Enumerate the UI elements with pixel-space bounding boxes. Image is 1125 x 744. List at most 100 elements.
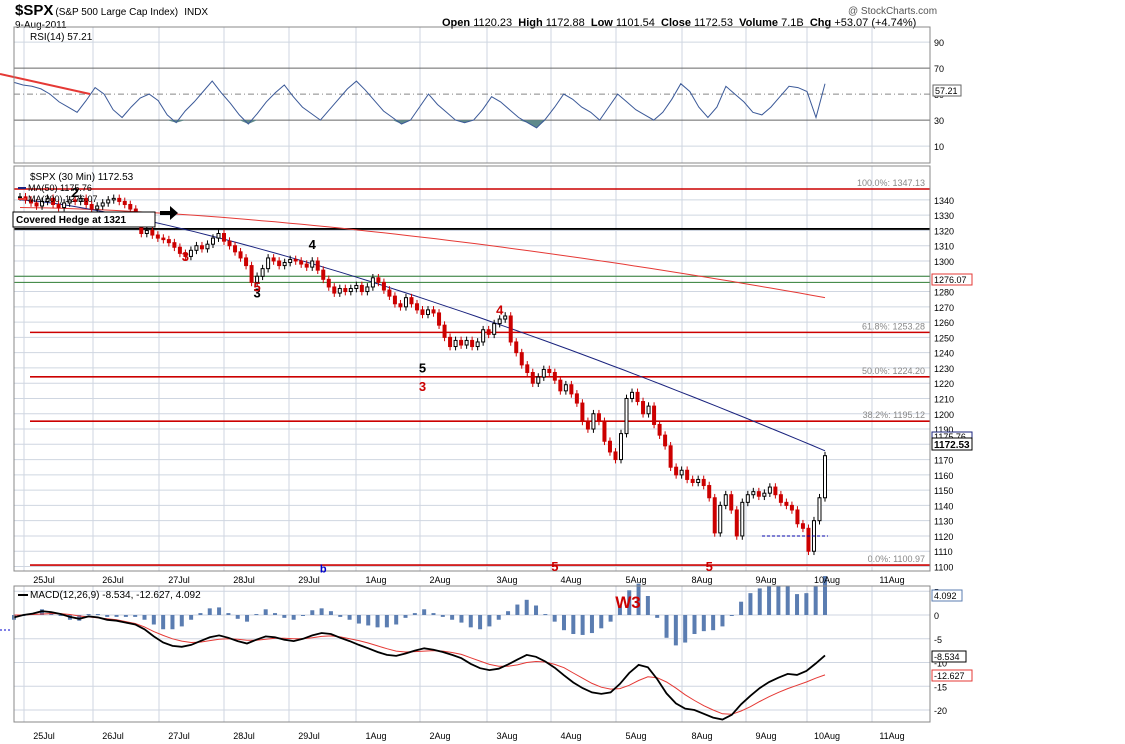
x-tick-label: 2Aug bbox=[429, 731, 450, 741]
price-tick-label: 1230 bbox=[934, 364, 954, 374]
candle-body bbox=[426, 309, 431, 315]
candle-body bbox=[823, 455, 827, 499]
macd-histogram-bar bbox=[534, 605, 539, 615]
candle-body bbox=[514, 341, 519, 354]
hist-badge: 4.092 bbox=[934, 591, 957, 601]
candle-body bbox=[459, 339, 464, 346]
price-tick-label: 1300 bbox=[934, 257, 954, 267]
macd-histogram-bar bbox=[356, 615, 361, 624]
wave-label: 5 bbox=[419, 361, 426, 376]
candle-body bbox=[613, 451, 618, 461]
price-tick-label: 1310 bbox=[934, 242, 954, 252]
macd-histogram-bar bbox=[543, 614, 548, 616]
candle-body bbox=[155, 234, 160, 239]
x-tick-label: 3Aug bbox=[496, 731, 517, 741]
candle-body bbox=[315, 260, 320, 271]
candle-body bbox=[663, 434, 668, 447]
x-tick-label: 26Jul bbox=[102, 731, 124, 741]
macd-histogram-bar bbox=[366, 615, 371, 626]
candle-body bbox=[332, 286, 337, 294]
candle-body bbox=[530, 372, 535, 384]
price-label: $SPX (30 Min) 1172.53 bbox=[30, 172, 134, 183]
candle-body bbox=[817, 497, 822, 522]
candle-body bbox=[304, 263, 309, 268]
price-tick-label: 1200 bbox=[934, 410, 954, 420]
candle-body bbox=[525, 364, 530, 374]
macd-histogram-bar bbox=[282, 615, 287, 618]
candle-body bbox=[492, 323, 497, 335]
macd-histogram-bar bbox=[589, 615, 594, 634]
candle-body bbox=[128, 203, 133, 210]
macd-histogram-bar bbox=[599, 615, 604, 629]
macd-histogram-bar bbox=[711, 615, 716, 631]
macd-histogram-bar bbox=[645, 596, 650, 615]
macd-histogram-bar bbox=[170, 615, 175, 630]
macd-histogram-bar bbox=[571, 615, 576, 634]
candle-body bbox=[668, 445, 673, 468]
x-tick-label: 26Jul bbox=[102, 575, 124, 585]
price-tick-label: 1280 bbox=[934, 288, 954, 298]
candle-body bbox=[199, 245, 204, 250]
candle-body bbox=[282, 262, 287, 267]
wave-label: 3 bbox=[419, 379, 426, 394]
rsi-tick-label: 10 bbox=[934, 142, 944, 152]
macd-histogram-bar bbox=[776, 585, 781, 615]
candle-body bbox=[773, 486, 778, 496]
candle-body bbox=[122, 200, 127, 205]
macd-histogram-bar bbox=[375, 615, 380, 628]
candle-body bbox=[723, 494, 728, 506]
candle-body bbox=[563, 384, 568, 392]
candle-body bbox=[89, 203, 94, 210]
candle-body bbox=[508, 315, 513, 343]
candle-body bbox=[117, 197, 122, 202]
candle-body bbox=[718, 504, 723, 534]
candle-body bbox=[365, 286, 370, 293]
macd-histogram-bar bbox=[198, 613, 203, 615]
candle-body bbox=[607, 440, 612, 453]
candle-body bbox=[580, 402, 585, 422]
x-tick-label: 9Aug bbox=[755, 731, 776, 741]
candle-body bbox=[166, 239, 171, 244]
candle-body bbox=[210, 237, 215, 245]
fib-label: 100.0%: 1347.13 bbox=[857, 178, 925, 188]
price-tick-label: 1150 bbox=[934, 486, 953, 496]
candle-body bbox=[18, 196, 22, 199]
price-tick-label: 1270 bbox=[934, 303, 954, 313]
candle-body bbox=[442, 324, 447, 338]
price-tick-label: 1260 bbox=[934, 318, 954, 328]
candle-body bbox=[376, 277, 381, 283]
close-badge: 1172.53 bbox=[934, 440, 970, 451]
price-tick-label: 1210 bbox=[934, 394, 954, 404]
candle-body bbox=[685, 469, 690, 480]
macd-tick-label: 0 bbox=[934, 611, 939, 621]
macd-histogram-bar bbox=[291, 615, 296, 620]
wave-label: 4 bbox=[496, 302, 504, 317]
candle-body bbox=[618, 433, 623, 461]
macd-histogram-bar bbox=[673, 615, 678, 646]
candle-body bbox=[387, 289, 392, 297]
candle-body bbox=[536, 376, 541, 384]
candle-body bbox=[343, 287, 348, 293]
candle-body bbox=[751, 491, 756, 496]
macd-histogram-bar bbox=[748, 593, 753, 615]
macd-histogram-bar bbox=[515, 604, 520, 615]
x-tick-label: 28Jul bbox=[233, 575, 255, 585]
macd-histogram-bar bbox=[655, 615, 660, 618]
candle-body bbox=[260, 268, 265, 277]
macd-histogram-bar bbox=[561, 615, 566, 631]
macd-label: MACD(12,26,9) -8.534, -12.627, 4.092 bbox=[30, 590, 201, 601]
candle-body bbox=[596, 413, 601, 422]
macd-histogram-bar bbox=[114, 615, 119, 617]
rsi-badge: 57.21 bbox=[935, 86, 958, 96]
macd-histogram-bar bbox=[683, 615, 688, 643]
macd-histogram-bar bbox=[263, 609, 268, 615]
macd-histogram-bar bbox=[384, 615, 389, 628]
rsi-tick-label: 90 bbox=[934, 38, 944, 48]
candle-body bbox=[227, 240, 232, 247]
macd-histogram-bar bbox=[142, 615, 147, 620]
macd-histogram-bar bbox=[431, 613, 436, 615]
x-tick-label: 1Aug bbox=[365, 575, 386, 585]
x-tick-label: 4Aug bbox=[560, 575, 581, 585]
candle-body bbox=[674, 466, 679, 476]
macd-histogram-bar bbox=[608, 615, 613, 622]
